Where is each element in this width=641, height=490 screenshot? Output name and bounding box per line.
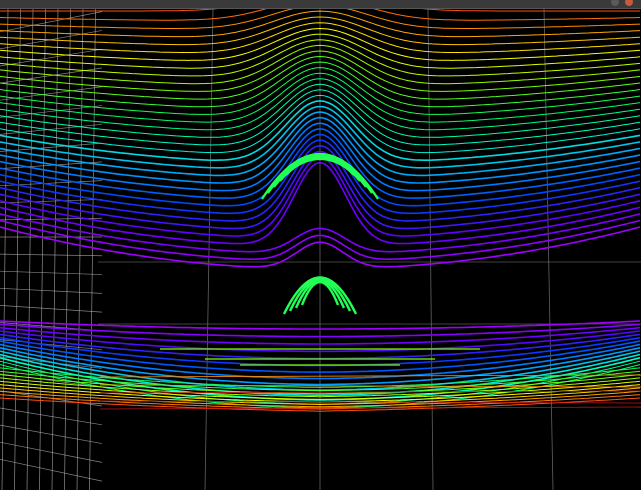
back-grid-line-2 bbox=[543, 9, 554, 490]
side-grid-hline-14 bbox=[0, 270, 103, 275]
side-grid-vline-7 bbox=[89, 9, 96, 490]
status-bar-text bbox=[152, 482, 332, 490]
side-grid-vline-5 bbox=[64, 9, 71, 490]
surface-plot-canvas[interactable] bbox=[0, 9, 641, 490]
side-grid-hline-6 bbox=[0, 123, 103, 135]
side-grid-hline-13 bbox=[0, 253, 103, 257]
side-grid-hline-10 bbox=[0, 199, 103, 204]
close-button[interactable] bbox=[625, 0, 633, 6]
side-grid-vline-6 bbox=[76, 9, 84, 490]
side-grid-hline-25 bbox=[0, 458, 103, 482]
side-grid-vline-4 bbox=[51, 9, 59, 490]
side-grid-vline-0 bbox=[1, 9, 9, 490]
side-grid-hline-15 bbox=[0, 287, 103, 294]
side-grid-vline-2 bbox=[26, 9, 34, 490]
window-titlebar[interactable] bbox=[0, 0, 641, 9]
3d-plot-viewport[interactable] bbox=[0, 9, 641, 490]
side-grid-hline-16 bbox=[0, 305, 103, 313]
side-grid-hline-0 bbox=[0, 11, 103, 33]
minimize-button[interactable] bbox=[611, 0, 619, 6]
